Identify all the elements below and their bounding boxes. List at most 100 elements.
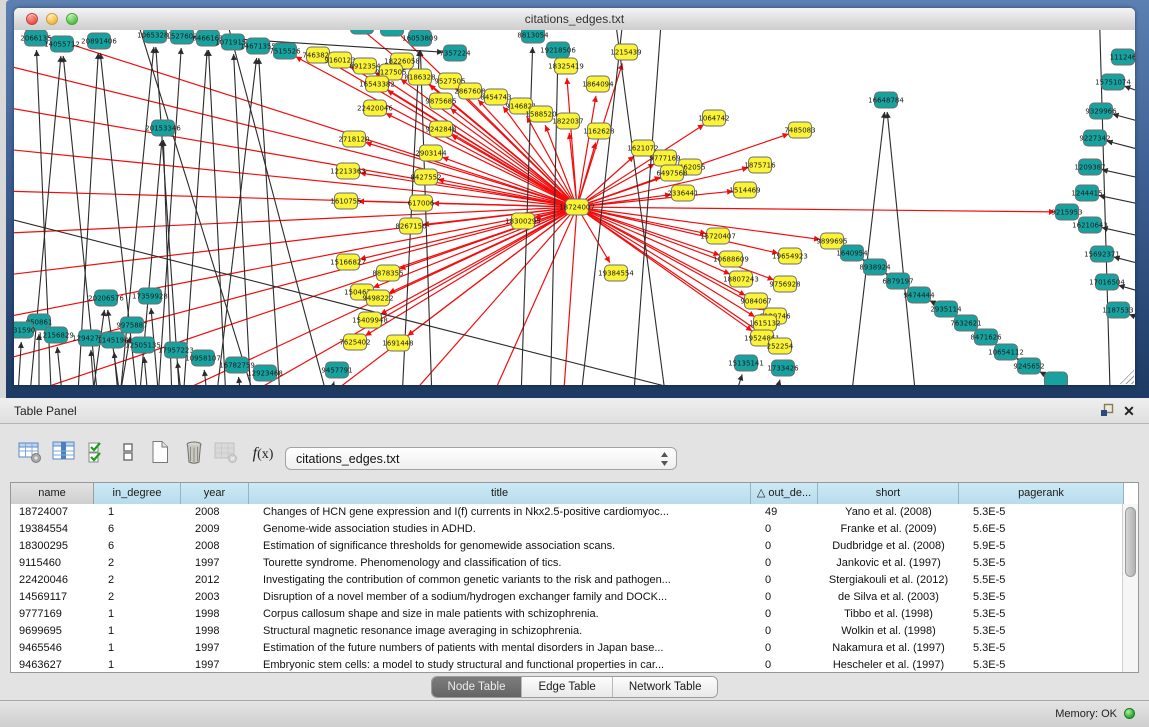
graph-node[interactable] xyxy=(381,30,404,36)
table-cell: 5.3E-5 xyxy=(959,589,1124,606)
table-row[interactable]: 1872400712008Changes of HCN gene express… xyxy=(11,504,1138,521)
column-header-name[interactable]: name xyxy=(11,483,94,504)
scrollbar-thumb[interactable] xyxy=(1125,507,1136,577)
graph-edge[interactable] xyxy=(714,374,742,385)
edge-arrowhead xyxy=(564,78,570,84)
graph-node[interactable] xyxy=(1045,372,1068,385)
table-row[interactable]: 1830029562008Estimation of significance … xyxy=(11,538,1138,555)
graph-node-label: 1215439 xyxy=(610,49,641,57)
graph-edge[interactable] xyxy=(577,207,1055,212)
table-row[interactable]: 969969511998Structural magnetic resonanc… xyxy=(11,623,1138,640)
table-cell: 2008 xyxy=(181,538,249,555)
table-cell: Jankovic et al. (1997) xyxy=(818,555,959,572)
graph-node-label: 17957223 xyxy=(158,347,194,355)
table-panel-body: f(x) citations_edges.txt namein_degreeye… xyxy=(0,424,1149,700)
edge-arrowhead xyxy=(149,308,155,314)
graph-node-label: 8186328 xyxy=(404,74,435,82)
table-cell: 2008 xyxy=(181,504,249,521)
graph-edge[interactable] xyxy=(209,50,229,385)
graph-edge[interactable] xyxy=(14,207,577,280)
tab-network-table[interactable]: Network Table xyxy=(613,677,718,697)
trash-icon xyxy=(181,439,207,465)
graph-node-label: 15720407 xyxy=(700,233,736,241)
edge-arrowhead xyxy=(1129,314,1135,320)
table-row[interactable]: 977716911998Corpus callosum shape and si… xyxy=(11,606,1138,623)
graph-node-label: 2336441 xyxy=(667,190,698,198)
graph-node-label: 14055712 xyxy=(44,41,80,49)
table-row[interactable]: 911546021997Tourette syndrome. Phenomeno… xyxy=(11,555,1138,572)
delete-columns-button[interactable] xyxy=(180,438,208,466)
graph-edge[interactable] xyxy=(14,207,577,325)
graph-node-label: 1162628 xyxy=(583,128,614,136)
graph-edge[interactable] xyxy=(224,30,344,385)
table-scrollbar[interactable] xyxy=(1122,504,1138,672)
edge-arrowhead xyxy=(178,48,184,54)
table-cell: 0 xyxy=(751,538,818,555)
column-header-year[interactable]: year xyxy=(181,483,249,504)
table-cell: 1998 xyxy=(181,606,249,623)
table-row[interactable]: 1938455462009Genome-wide association stu… xyxy=(11,521,1138,538)
table-cell: 1997 xyxy=(181,657,249,673)
table-settings-button[interactable] xyxy=(16,438,44,466)
table-cell: Embryonic stem cells: a model to study s… xyxy=(249,657,751,673)
graph-node-label: 1733426 xyxy=(767,365,799,373)
tab-node-table[interactable]: Node Table xyxy=(432,677,523,697)
graph-node[interactable] xyxy=(351,30,374,34)
graph-node-label: 7632621 xyxy=(950,320,981,328)
table-cell: 14569117 xyxy=(11,589,94,606)
graph-node-label: 2903144 xyxy=(415,150,447,158)
graph-node-label: 2718120 xyxy=(338,136,369,144)
graph-edge[interactable] xyxy=(14,207,577,235)
graph-node-label: 9084067 xyxy=(740,298,771,306)
graph-node-label: 9777169 xyxy=(649,155,680,163)
table-row[interactable]: 2242004622012Investigating the contribut… xyxy=(11,572,1138,589)
table-cell: 5.9E-5 xyxy=(959,538,1124,555)
column-header-title[interactable]: title xyxy=(249,483,751,504)
table-cell: 5.3E-5 xyxy=(959,606,1124,623)
graph-node-label: 20153346 xyxy=(145,125,181,133)
table-row[interactable]: 946554611997Estimation of the future num… xyxy=(11,640,1138,657)
table-cell: 0 xyxy=(751,572,818,589)
row-options-button[interactable] xyxy=(114,438,142,466)
graph-edge[interactable] xyxy=(179,50,207,385)
graph-node-label: 8938924 xyxy=(859,264,891,272)
column-header-in_degree[interactable]: in_degree xyxy=(94,483,181,504)
network-window-titlebar[interactable]: citations_edges.txt xyxy=(14,8,1135,31)
close-panel-button[interactable]: ✕ xyxy=(1121,403,1137,419)
tab-edge-table[interactable]: Edge Table xyxy=(522,677,612,697)
graph-node-label: 17016504 xyxy=(1089,279,1125,287)
graph-node-label: 18807243 xyxy=(723,276,759,284)
function-builder-button[interactable]: f(x) xyxy=(246,440,280,468)
graph-node-label: 16648784 xyxy=(868,97,904,105)
edge-arrowhead xyxy=(330,382,336,385)
edge-arrowhead xyxy=(106,310,112,316)
column-header-out_de[interactable]: △ out_de... xyxy=(751,483,818,504)
table-cell: Structural magnetic resonance image aver… xyxy=(249,623,751,640)
delete-table-button[interactable] xyxy=(212,438,240,466)
column-header-short[interactable]: short xyxy=(818,483,959,504)
table-cell: Tourette syndrome. Phenomenology and cla… xyxy=(249,555,751,572)
graph-edge[interactable] xyxy=(887,112,922,385)
select-column-button[interactable] xyxy=(50,438,78,466)
float-panel-button[interactable] xyxy=(1099,403,1115,419)
table-cell: 2009 xyxy=(181,521,249,538)
graph-edge[interactable] xyxy=(14,342,21,385)
graph-node-label: 1187533 xyxy=(1102,307,1133,315)
table-row[interactable]: 1456911722003Disruption of a novel membe… xyxy=(11,589,1138,606)
table-cell: 1 xyxy=(94,504,181,521)
network-canvas[interactable]: 1872400774638229160123891235418226058912… xyxy=(14,30,1135,385)
table-source-select[interactable]: citations_edges.txt xyxy=(285,447,677,470)
graph-node-label: 22420046 xyxy=(357,105,393,113)
delete-table-icon xyxy=(213,439,239,465)
create-table-button[interactable] xyxy=(146,438,174,466)
table-cell: Estimation of the future numbers of pati… xyxy=(249,640,751,657)
graph-edge[interactable] xyxy=(360,207,577,259)
graph-edge[interactable] xyxy=(559,207,577,385)
graph-node-label: 1610755 xyxy=(330,198,361,206)
table-row[interactable]: 946362711997Embryonic stem cells: a mode… xyxy=(11,657,1138,673)
graph-edge[interactable] xyxy=(14,55,577,207)
graph-edge[interactable] xyxy=(577,207,720,255)
graph-edge[interactable] xyxy=(134,30,274,385)
column-header-pagerank[interactable]: pagerank xyxy=(959,483,1124,504)
show-hide-columns-button[interactable] xyxy=(84,438,112,466)
